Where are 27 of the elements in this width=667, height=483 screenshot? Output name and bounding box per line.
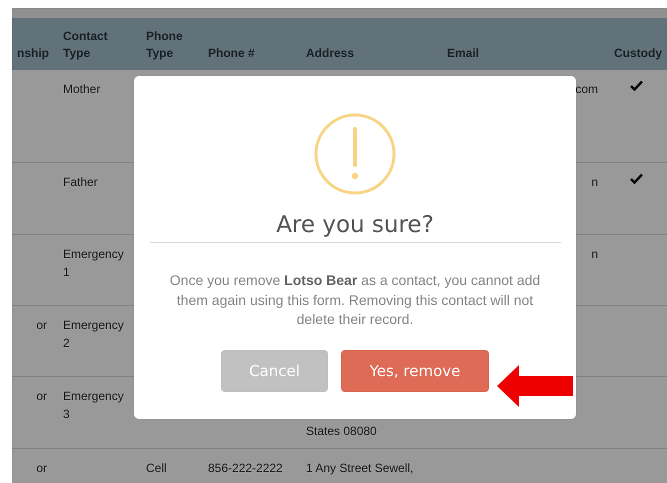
column-header: nship: [17, 45, 49, 62]
table-cell-text: n: [591, 174, 598, 191]
table-cell-text: States 08080: [306, 423, 377, 440]
table-cell-text: or: [36, 388, 47, 405]
column-header: Address: [306, 45, 354, 62]
column-header: Phone Type: [146, 28, 184, 62]
table-cell-text: Cell: [146, 460, 167, 477]
table-cell-text: Emergency 1: [63, 246, 125, 281]
table-cell-text: Father: [63, 174, 99, 191]
table-cell-text: com: [575, 81, 598, 98]
column-header: Contact Type: [63, 28, 109, 62]
table-cell-text: or: [36, 460, 47, 477]
table-cell-text: 1 Any Street Sewell,: [306, 460, 414, 477]
table-cell-text: Emergency 3: [63, 388, 125, 423]
table-cell-text: Mother: [63, 81, 102, 98]
table-cell-text: Emergency 2: [63, 317, 125, 352]
column-header: Custody: [614, 45, 662, 62]
table-cell-text: 856-222-2222: [208, 460, 283, 477]
dialog-title: Are you sure?: [150, 212, 560, 243]
cancel-button[interactable]: Cancel: [221, 350, 328, 392]
table-cell-text: or: [36, 317, 47, 334]
column-header: Email: [447, 45, 480, 62]
dialog-message: Once you remove Lotso Bear as a contact, you cannot add them again using this form. Removing this contact will not delete their record.: [168, 271, 542, 329]
warning-icon: [314, 113, 396, 195]
confirm-button[interactable]: Yes, remove: [341, 350, 489, 392]
column-header: Phone #: [208, 45, 255, 62]
table-cell-text: n: [591, 246, 598, 263]
